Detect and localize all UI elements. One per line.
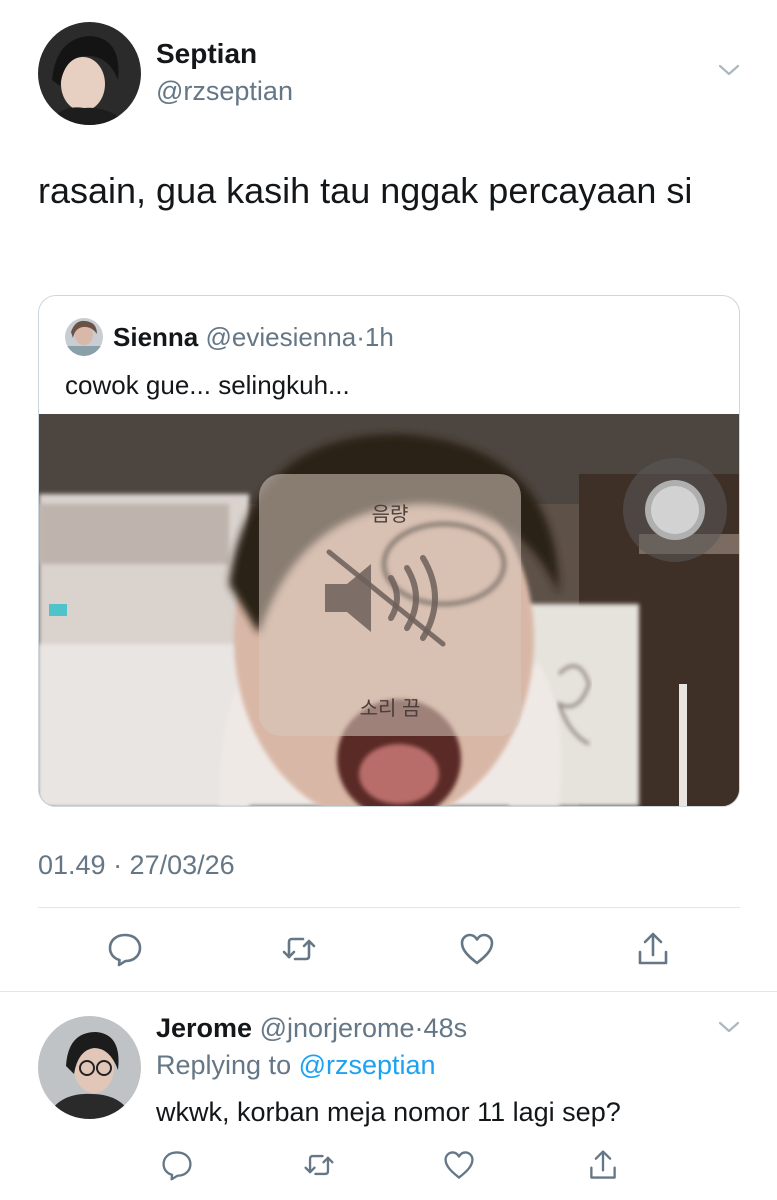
volume-hud-status: 소리 끔 [359, 698, 421, 720]
divider [38, 907, 740, 908]
assistive-touch-button[interactable] [623, 458, 727, 562]
quoted-tweet-header: Sienna @eviesienna·1h [113, 322, 394, 353]
retweet-icon[interactable] [280, 930, 318, 968]
tweet-timestamp[interactable]: 01.49 · 27/03/26 [38, 850, 235, 881]
retweet-icon[interactable] [302, 1148, 336, 1182]
quoted-author-avatar [65, 318, 103, 356]
author-handle[interactable]: @rzseptian [156, 76, 293, 107]
replying-to-link[interactable]: @rzseptian [299, 1050, 436, 1080]
author-name[interactable]: Septian [156, 38, 257, 70]
chevron-down-icon[interactable] [717, 1019, 741, 1035]
separator: · [414, 1013, 424, 1043]
author-avatar[interactable] [38, 22, 141, 125]
like-icon[interactable] [442, 1148, 476, 1182]
volume-hud: 음량 소리 끔 [259, 474, 521, 736]
replying-to-context: Replying to @rzseptian [156, 1050, 436, 1081]
quoted-tweet-text: cowok gue... selingkuh... [65, 370, 350, 400]
quoted-author-handle: @eviesienna [205, 322, 357, 352]
quoted-tweet-media[interactable]: 음량 소리 끔 [39, 414, 739, 806]
volume-hud-title: 음량 [371, 504, 409, 526]
reply-text: wkwk, korban meja nomor 11 lagi sep? [156, 1097, 621, 1127]
quoted-tweet-age: 1h [364, 322, 394, 352]
like-icon[interactable] [458, 930, 496, 968]
reply-icon[interactable] [106, 930, 144, 968]
replying-to-label: Replying to [156, 1050, 292, 1080]
share-icon[interactable] [634, 930, 672, 968]
reply-author-handle[interactable]: @jnorjerome [260, 1013, 415, 1043]
reply-age: 48s [423, 1013, 468, 1043]
reply-icon[interactable] [160, 1148, 194, 1182]
assistive-touch-inner [645, 480, 705, 540]
tweet-text: rasain, gua kasih tau nggak percayaan si [38, 170, 693, 211]
quoted-tweet-card[interactable]: Sienna @eviesienna·1h cowok gue... selin… [38, 295, 740, 807]
speaker-muted-icon [319, 548, 459, 648]
chevron-down-icon[interactable] [717, 62, 741, 78]
quoted-author-name: Sienna [113, 322, 199, 352]
separator: · [356, 322, 365, 352]
divider [0, 991, 777, 992]
reply-header: Jerome @jnorjerome·48s [156, 1013, 467, 1044]
reply-author-name[interactable]: Jerome [156, 1013, 252, 1043]
share-icon[interactable] [586, 1148, 620, 1182]
reply-author-avatar[interactable] [38, 1016, 141, 1119]
